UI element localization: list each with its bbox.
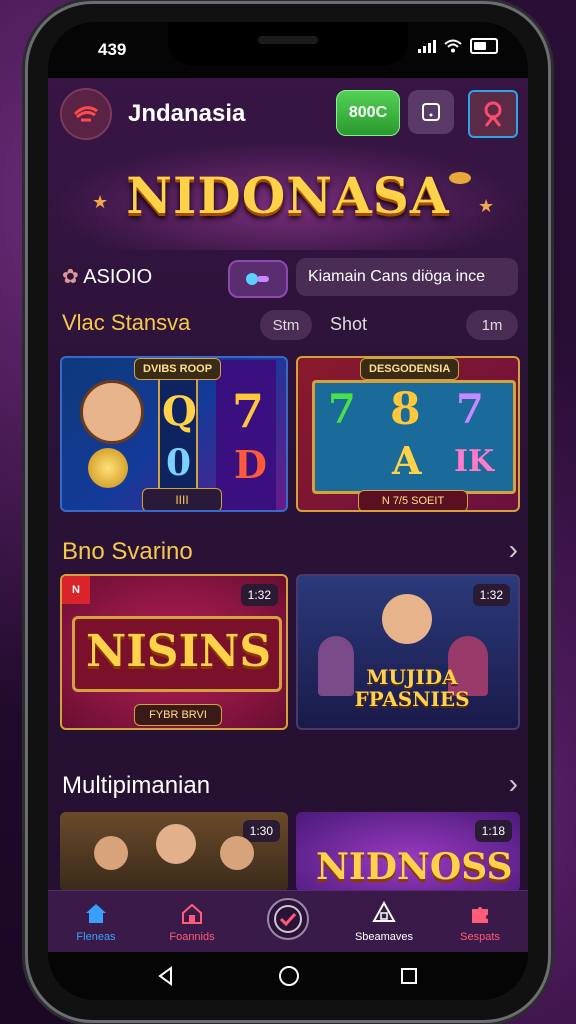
app-screen: 439 Jndanasia 800C ★ ★ NIDONASA ✿ ASIOIO… <box>48 22 528 1000</box>
character-face <box>220 836 254 870</box>
section-header-2: Bno Svarino › <box>48 522 528 565</box>
slot-symbol: D <box>234 442 267 487</box>
flower-icon: ✿ <box>62 266 79 288</box>
slot-symbol: A <box>392 438 422 483</box>
app-name: Jndanasia <box>128 100 246 127</box>
section-header-1: Vlac Stansva Stm Shot 1m <box>48 306 528 346</box>
triangle-cube-icon <box>372 901 396 922</box>
chevron-right-icon[interactable]: › <box>509 768 518 800</box>
slot-symbol: 8 <box>390 384 421 435</box>
character-face <box>156 824 196 864</box>
slot-symbol: 7 <box>328 386 356 433</box>
game-card[interactable]: 1:32 MUJIDA FPASNIES <box>296 574 520 730</box>
status-bar: 439 <box>48 22 528 78</box>
tab-sports[interactable]: Sespats <box>432 891 528 953</box>
logo-swirl-icon <box>73 106 98 122</box>
toggle-icon <box>246 273 269 285</box>
slot-symbol: 7 <box>232 384 265 438</box>
character-face <box>94 836 128 870</box>
house-icon <box>182 903 202 924</box>
tab-home[interactable]: Fleneas <box>48 891 144 953</box>
tab-label: Sespats <box>460 931 500 943</box>
tab-label: Sbeamaves <box>354 931 414 943</box>
wifi-icon <box>444 39 462 53</box>
battery-icon <box>470 38 498 54</box>
spin-button[interactable]: IIII <box>142 488 222 510</box>
square-icon <box>422 103 440 121</box>
tab-games[interactable]: Sbeamaves <box>336 891 432 953</box>
bottom-tab-bar: Fleneas Foannids Sbeamaves Sespats <box>48 890 528 953</box>
app-header: Jndanasia 800C <box>48 80 528 140</box>
game-card[interactable]: N 1:32 NISINS FYBR BRVI <box>60 574 288 730</box>
game-card[interactable]: DVIBS ROOP Q 7 0 D IIII <box>60 356 288 512</box>
filter-toggle-button[interactable] <box>228 260 288 298</box>
coin-balance-button[interactable]: 800C <box>336 90 400 136</box>
count-chip[interactable]: 1m <box>466 310 518 340</box>
tab-favorites[interactable]: Foannids <box>144 891 240 953</box>
section-title: Vlac Stansva <box>62 310 191 335</box>
filter-chip[interactable]: Stm <box>260 310 312 340</box>
recents-icon[interactable] <box>400 967 418 985</box>
play-button[interactable]: FYBR BRVI <box>134 704 222 726</box>
game-title: NISINS <box>86 626 272 677</box>
wallet-button[interactable] <box>408 90 454 134</box>
player-count: 1:32 <box>472 584 510 606</box>
home-icon <box>86 904 106 923</box>
status-icons <box>418 38 498 54</box>
filter-row: ✿ ASIOIO Kiamain Cans diöga ince <box>48 258 528 298</box>
character-face <box>382 594 432 644</box>
tab-center[interactable] <box>240 891 336 953</box>
game-title: NIDNOSS <box>316 846 513 888</box>
search-input[interactable]: Kiamain Cans diöga ince <box>296 258 518 296</box>
puzzle-icon <box>472 907 488 923</box>
casino-label: ✿ ASIOIO <box>62 264 152 289</box>
status-time: 439 <box>98 40 127 59</box>
signal-icon <box>418 39 436 53</box>
game-title: MUJIDA FPASNIES <box>354 665 470 711</box>
phone-frame: 439 Jndanasia 800C ★ ★ NIDONASA ✿ ASIOIO… <box>28 4 548 1020</box>
game-card[interactable]: 1:18 NIDNOSS <box>296 812 520 892</box>
profile-icon <box>484 101 502 127</box>
card-badge: DVIBS ROOP <box>134 358 222 380</box>
card-badge: DESGODENSIA <box>360 358 460 380</box>
check-circle-icon <box>267 898 309 940</box>
app-logo[interactable] <box>60 88 112 140</box>
player-count: 1:18 <box>474 820 512 842</box>
section-title: Multipimanian <box>62 772 211 799</box>
card-tag: N <box>62 576 90 604</box>
slot-symbol: 0 <box>166 442 192 484</box>
character-avatar <box>80 380 144 444</box>
system-nav-bar <box>48 952 528 1000</box>
back-icon[interactable] <box>156 966 176 986</box>
coin-icon <box>88 448 128 488</box>
notch <box>168 22 408 66</box>
hero-banner: ★ ★ NIDONASA <box>48 140 528 250</box>
game-card[interactable]: 1:30 <box>60 812 288 892</box>
tab-label: Foannids <box>169 931 215 943</box>
home-circle-icon[interactable] <box>278 965 300 987</box>
filter-label[interactable]: Shot <box>330 314 367 335</box>
tab-label: Fleneas <box>76 931 116 943</box>
player-count: 1:32 <box>240 584 278 606</box>
chevron-right-icon[interactable]: › <box>509 534 518 566</box>
slot-symbol: IK <box>454 444 495 479</box>
casino-label-text: ASIOIO <box>83 266 153 288</box>
section-title: Bno Svarino <box>62 538 193 565</box>
spin-button[interactable]: N 7/5 SOEIT <box>358 490 468 510</box>
slot-symbol: 7 <box>456 386 484 433</box>
banner-title: NIDONASA <box>126 166 450 225</box>
profile-button[interactable] <box>468 90 518 138</box>
slot-symbol: Q <box>162 388 197 435</box>
player-count: 1:30 <box>242 820 280 842</box>
game-card[interactable]: DESGODENSIA 7 8 7 A IK N 7/5 SOEIT <box>296 356 520 512</box>
section-header-3: Multipimanian › <box>48 756 528 799</box>
